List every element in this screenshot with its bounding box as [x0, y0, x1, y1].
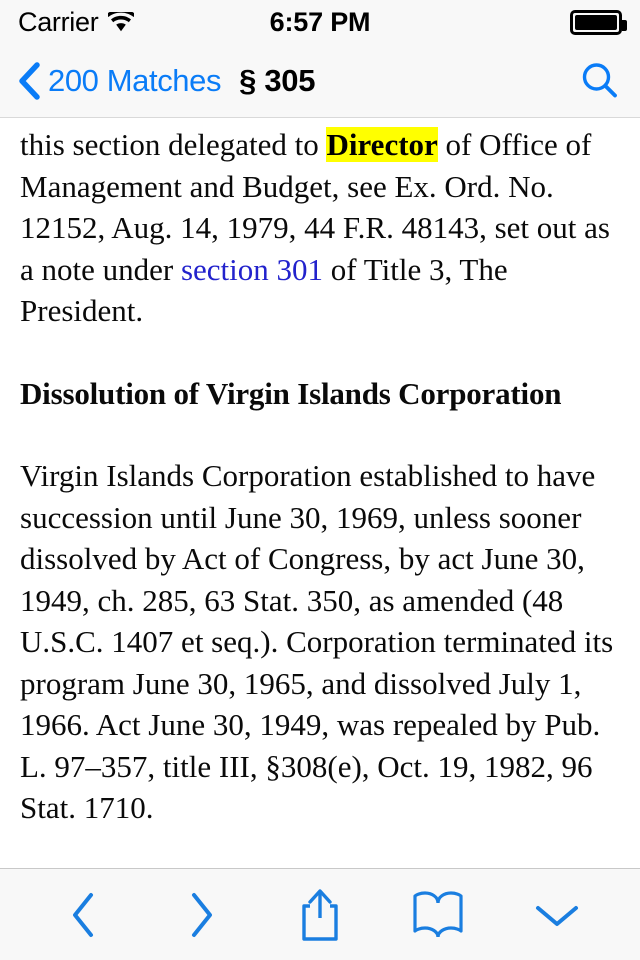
back-button[interactable]: 200 Matches: [18, 61, 222, 100]
app-screen: Carrier 6:57 PM 200 Matches § 305 this s…: [0, 0, 640, 960]
chevron-right-icon: [187, 890, 217, 940]
chevron-left-icon: [18, 61, 40, 100]
search-button[interactable]: [578, 59, 622, 103]
section-301-link[interactable]: section 301: [181, 252, 323, 287]
search-highlight: Director: [326, 127, 438, 162]
bottom-toolbar: [0, 868, 640, 960]
document-body: this section delegated to Director of Of…: [20, 124, 620, 829]
section-heading: Dissolution of Virgin Islands Corporatio…: [20, 375, 562, 411]
chevron-left-icon: [68, 890, 98, 940]
body-paragraph: Virgin Islands Corporation established t…: [20, 458, 614, 825]
back-button-label: 200 Matches: [48, 62, 222, 98]
note-paragraph: this section delegated to Director of Of…: [20, 124, 620, 332]
bookmark-button[interactable]: [401, 882, 475, 948]
carrier-label: Carrier: [18, 6, 99, 37]
document-scroll-area[interactable]: this section delegated to Director of Of…: [0, 118, 640, 868]
book-icon: [412, 890, 464, 939]
status-bar-right: [570, 9, 627, 35]
navigation-bar: 200 Matches § 305: [0, 44, 640, 118]
battery-full-icon: [570, 9, 627, 35]
more-button[interactable]: [520, 882, 594, 948]
search-icon: [580, 61, 620, 101]
share-icon: [298, 888, 342, 942]
share-button[interactable]: [283, 882, 357, 948]
page-title: § 305: [239, 62, 316, 98]
next-button[interactable]: [165, 882, 239, 948]
note-text-before: this section delegated to: [20, 127, 327, 162]
status-bar-left: Carrier: [18, 6, 135, 38]
chevron-down-icon: [532, 900, 582, 930]
previous-button[interactable]: [46, 882, 120, 948]
status-bar: Carrier 6:57 PM: [0, 0, 640, 44]
wifi-icon: [108, 12, 135, 32]
